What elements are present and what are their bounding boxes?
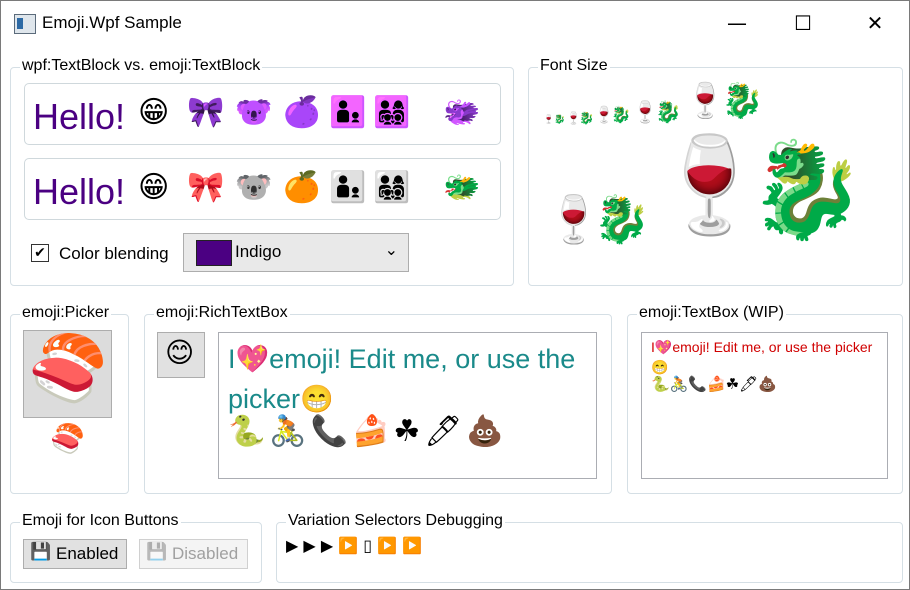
emoji-textblock: Hello! 😁 🎀 🐨 🍊 👨‍👦 👨‍👩‍👧‍👦 🐲 — [24, 158, 501, 220]
textbox-emoji-line: 🐍🚴📞🍰☘🖊💩 — [651, 375, 777, 393]
koala-mono-icon: 🐨 — [235, 95, 273, 130]
maximize-button[interactable]: ☐ — [780, 1, 826, 45]
koala-icon: 🐨 — [235, 170, 273, 205]
dragon-icon: 🐉 — [655, 100, 682, 124]
color-blending-checkbox[interactable]: ✔ — [31, 244, 49, 262]
title-bar[interactable]: Emoji.Wpf Sample — ☐ ✕ — [1, 1, 909, 45]
minimize-button[interactable]: — — [714, 1, 760, 45]
play-text-icon: ▶ — [303, 536, 316, 555]
richtextbox-group-label: emoji:RichTextBox — [154, 304, 290, 322]
main-window: Emoji.Wpf Sample — ☐ ✕ wpf:TextBlock vs.… — [0, 0, 910, 590]
sushi-icon: 🍣 — [28, 332, 108, 406]
sparkling-heart-icon: 💖 — [235, 344, 270, 374]
play-button-icon: ▶️ — [377, 536, 398, 555]
icon-buttons-group-label: Emoji for Icon Buttons — [20, 512, 181, 530]
close-button[interactable]: ✕ — [852, 1, 898, 45]
richtext-prefix: I — [228, 344, 236, 374]
dragon-icon: 🐉 — [593, 192, 651, 246]
disabled-button[interactable]: 💾 Disabled — [139, 539, 248, 569]
play-text-icon: ▶ — [286, 536, 299, 555]
disabled-button-label: Disabled — [172, 544, 239, 563]
grinning-face-icon: 😁 — [138, 170, 170, 205]
family-father-son-mono-icon: 👨‍👦 — [329, 95, 367, 130]
richtext-text: emoji! Edit me, or use the picker — [228, 344, 576, 414]
floppy-disk-icon: 💾 — [146, 542, 168, 562]
emoji-richtextbox[interactable]: I💖emoji! Edit me, or use the picker😁 🐍🚴📞… — [218, 332, 597, 479]
picker-group-label: emoji:Picker — [20, 304, 112, 322]
color-dropdown-value: Indigo — [235, 242, 282, 261]
textblock-group-label: wpf:TextBlock vs. emoji:TextBlock — [20, 57, 263, 75]
missing-glyph-icon: ▯ — [363, 536, 373, 555]
dragon-icon: 🐉 — [748, 136, 866, 245]
wpf-textblock: Hello! 😁 🎀 🐨 🍊 👨‍👦 👨‍👩‍👧‍👦 🐲 — [24, 83, 501, 145]
family-four-icon: 👨‍👩‍👧‍👦 — [373, 170, 411, 205]
textbox-content: I💖emoji! Edit me, or use the picker😁 — [651, 337, 881, 377]
grinning-face-icon: 😁 — [300, 384, 334, 414]
floppy-disk-icon: 💾 — [30, 542, 52, 562]
play-button-icon: ▶️ — [402, 536, 423, 555]
emoji-picker-button[interactable]: 🍣 — [23, 330, 112, 418]
variation-sequence: ▶ ▶ ▶ ▶️ ▯ ▶️ ▶️ — [286, 536, 422, 556]
dragon-icon: 🐉 — [554, 115, 566, 125]
family-father-son-icon: 👨‍👦 — [329, 170, 367, 205]
color-blending-label[interactable]: Color blending — [59, 244, 169, 264]
window-title: Emoji.Wpf Sample — [42, 13, 182, 32]
richtextbox-content: I💖emoji! Edit me, or use the picker😁 — [228, 339, 588, 419]
variation-selectors-group-label: Variation Selectors Debugging — [286, 512, 505, 530]
app-icon — [14, 14, 36, 34]
play-text-icon: ▶ — [320, 536, 334, 555]
enabled-button-label: Enabled — [56, 544, 119, 563]
dragon-icon: 🐉 — [579, 111, 594, 125]
emoji-textbox[interactable]: I💖emoji! Edit me, or use the picker😁 🐍🚴📞… — [641, 332, 888, 479]
font-size-sample: 🍷 🐉 🍷 🐉 🍷 🐉 🍷 🐉 🍷 🐉 🍷 🐉 🍷 🐉 — [541, 82, 896, 282]
family-four-mono-icon: 👨‍👩‍👧‍👦 — [373, 95, 411, 130]
color-dropdown[interactable]: Indigo ⌄ — [183, 233, 409, 272]
chevron-down-icon: ⌄ — [384, 240, 398, 259]
wine-glass-icon: 🍷 — [543, 115, 555, 125]
textbox-text: emoji! Edit me, or use the picker — [672, 339, 873, 355]
grinning-face-icon: 😁 — [651, 359, 669, 375]
ribbon-mono-icon: 🎀 — [187, 95, 225, 130]
richtext-emoji-line: 🐍🚴📞🍰☘🖊💩 — [228, 414, 508, 449]
ribbon-icon: 🎀 — [187, 170, 225, 205]
enabled-button[interactable]: 💾 Enabled — [23, 539, 127, 569]
emoji-hello-text: Hello! — [33, 171, 126, 212]
font-size-group-label: Font Size — [538, 57, 610, 75]
textbox-group-label: emoji:TextBox (WIP) — [637, 304, 786, 322]
grinning-face-mono-icon: 😁 — [138, 95, 170, 130]
color-swatch — [196, 240, 232, 266]
sushi-icon: 🍣 — [50, 422, 85, 455]
tangerine-mono-icon: 🍊 — [283, 95, 321, 130]
dragon-face-icon: 🐲 — [443, 170, 481, 205]
wine-glass-icon: 🍷 — [684, 81, 727, 121]
wpf-hello-text: Hello! — [33, 96, 126, 137]
dragon-face-mono-icon: 🐲 — [443, 95, 481, 130]
smiling-face-icon: 😊 — [165, 336, 195, 369]
play-button-icon: ▶️ — [338, 536, 359, 555]
sparkling-heart-icon: 💖 — [654, 339, 673, 355]
tangerine-icon: 🍊 — [283, 170, 321, 205]
dragon-icon: 🐉 — [721, 81, 764, 121]
dragon-icon: 🐉 — [611, 105, 631, 124]
emoji-picker-small-button[interactable]: 😊 — [157, 332, 205, 378]
